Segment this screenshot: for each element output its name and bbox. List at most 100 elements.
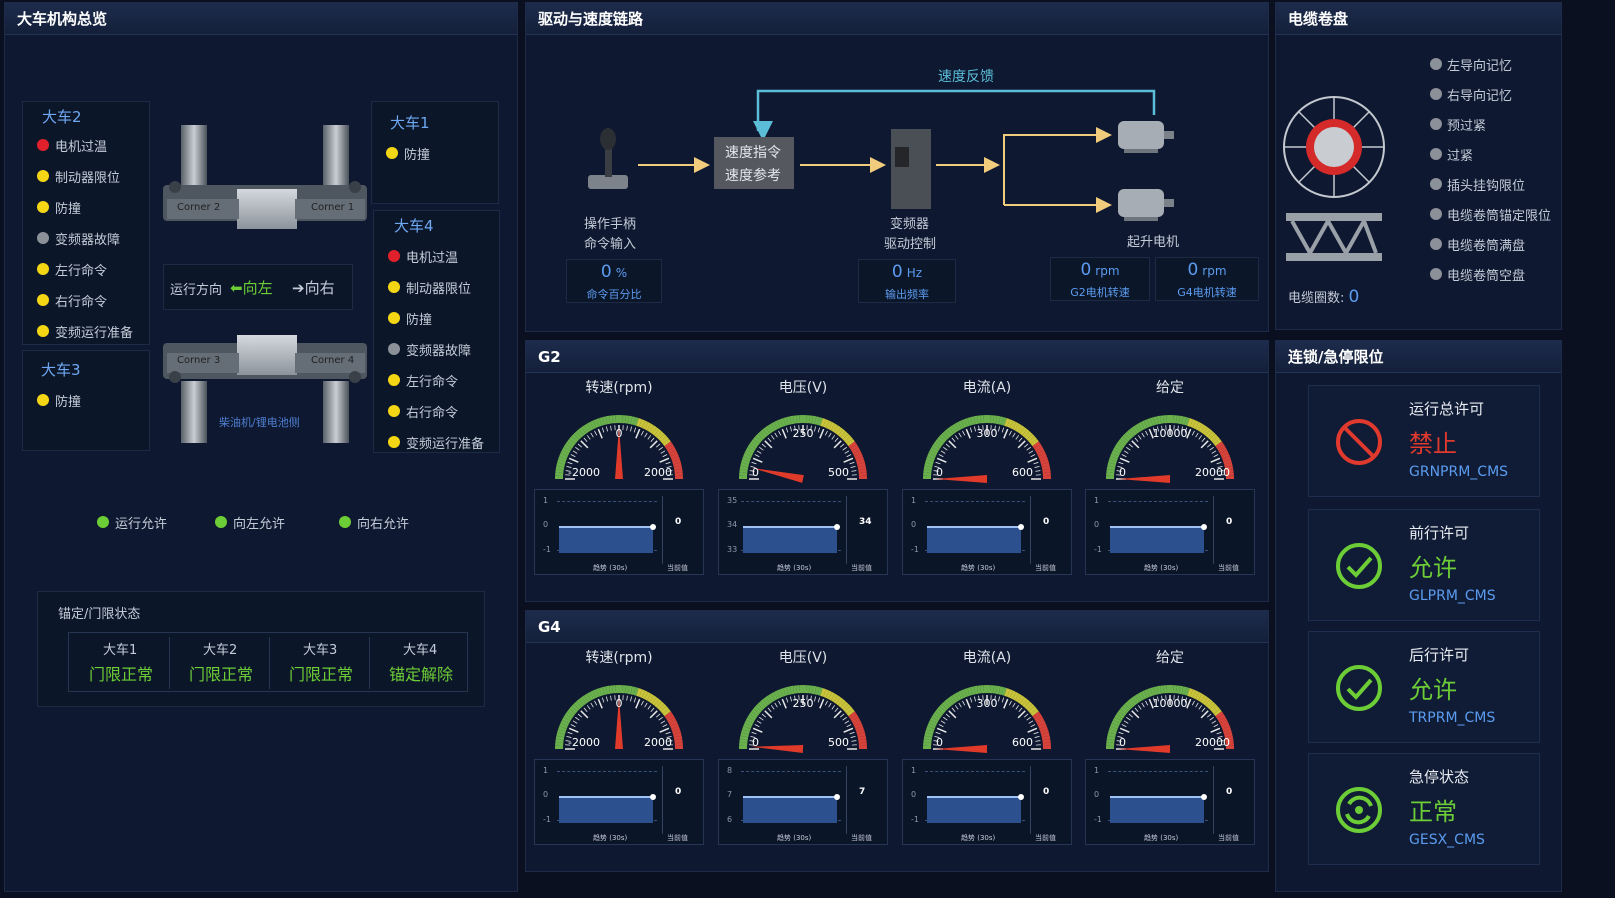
gauge-arc-segment: [602, 686, 608, 695]
gauge-arc-segment: [561, 717, 571, 724]
gauge-tick: [1121, 454, 1127, 458]
gauge-tick: [1126, 446, 1131, 451]
gauge-tick: [1123, 720, 1129, 724]
reel-status-label: 左导向记忆: [1447, 59, 1513, 74]
gauge-dial: [555, 685, 684, 750]
cable-turns: 电缆圈数: 0: [1288, 287, 1359, 307]
trend-divider: [1030, 496, 1031, 564]
gauge-tick: [572, 720, 578, 724]
trend-current-label: 当前值: [1035, 834, 1056, 842]
gauge-arc-segment: [557, 459, 566, 465]
gauge-arc-segment: [1140, 420, 1148, 430]
status-dot-gray: [1430, 208, 1442, 220]
gauge-max: 600: [1012, 466, 1033, 479]
gauge-max: 2000: [644, 466, 672, 479]
column-divider: [369, 637, 370, 689]
trend-line: [559, 525, 653, 528]
gauge-arc-segment: [935, 438, 944, 447]
gauge-arc-segment: [596, 418, 602, 427]
gauge-tick: [1034, 466, 1040, 468]
permit-dot-green: [97, 516, 109, 528]
gauge-arc-segment: [1150, 687, 1156, 696]
gauge-tick: [575, 446, 580, 451]
gauge-arc-segment: [1112, 717, 1122, 724]
interlock-status: 允许: [1409, 676, 1457, 704]
gauge-tick: [936, 727, 947, 733]
trend-grid: [741, 501, 841, 502]
trend-line: [743, 525, 837, 528]
gauge-arc-segment: [1192, 690, 1200, 700]
reel-status-label: 电缆卷筒锚定限位: [1447, 209, 1552, 224]
gauge-arc-segment: [1116, 711, 1125, 719]
gauge-arc-segment: [823, 419, 830, 428]
trend-bot: -1: [911, 545, 919, 554]
trend-mid: 0: [1094, 520, 1100, 529]
gauge-tick: [1030, 454, 1036, 458]
gauge-arc-segment: [825, 420, 833, 430]
gauge-arc-segment: [848, 711, 857, 719]
gauge-tick: [756, 450, 762, 454]
readout-value: 0%: [567, 262, 661, 282]
trend-mid: 0: [543, 790, 549, 799]
status-dot-gray: [1430, 268, 1442, 280]
gauge-max: 500: [828, 466, 849, 479]
trend-grid: [557, 771, 657, 772]
gauge-arc-segment: [639, 689, 646, 698]
gauge-arc-segment: [852, 719, 862, 727]
cable-turns-value: 0: [1348, 287, 1360, 307]
gauge-tick: [1033, 461, 1039, 465]
column-divider: [169, 637, 170, 689]
gauge-min: 0: [752, 466, 759, 479]
gauge-arc-segment: [605, 415, 611, 425]
gauge-arc-segment: [924, 732, 933, 738]
gauge-tick: [759, 716, 764, 721]
gauge-tick: [1207, 713, 1212, 718]
status-label: 电机过温: [406, 251, 459, 266]
gauge-arc-segment: [558, 726, 567, 732]
status-label: 防撞: [55, 395, 82, 410]
trend-line: [927, 525, 1021, 528]
gauge-tick: [1119, 457, 1130, 463]
trend-area: [927, 525, 1021, 553]
gauge-arc-segment: [1153, 416, 1159, 425]
trend-box: 1 0 -1 0 趋势 (30s) 当前值: [902, 759, 1072, 845]
interlock-title: 后行许可: [1409, 646, 1470, 664]
gauge-arc-segment: [1109, 726, 1118, 732]
gauge-arc-segment: [1110, 452, 1119, 459]
gauge-arc-segment: [1213, 708, 1222, 717]
gauge-mid: 0: [615, 427, 623, 440]
trend-current-label: 当前值: [667, 564, 688, 572]
lock-col-name: 大车2: [203, 643, 238, 658]
gauge-tick: [659, 457, 670, 463]
gauge-arc-segment: [1107, 732, 1116, 738]
gauge-arc-segment: [925, 459, 934, 465]
trend-current-value: 0: [1226, 517, 1233, 527]
gauge-tick: [943, 446, 948, 451]
lock-col-status: 门限正常: [189, 665, 254, 684]
gauge-tick: [938, 454, 944, 458]
g2-panel: G2 转速(rpm) -2000 0 2000 1 0 -1 0 趋势 (30s) 当前值 电压(V…: [525, 340, 1269, 602]
cable-reel-panel: 电缆卷盘 电缆圈数: 0 左导向记忆 右导向记忆 预过紧 过紧 插头挂钩限位 电缆卷筒锚定…: [1275, 2, 1562, 330]
gauge-arc-segment: [1041, 735, 1051, 741]
gauge-tick: [1128, 443, 1133, 448]
gauge-tick: [1119, 727, 1130, 733]
trend-grid: [1108, 501, 1208, 502]
panel-title: G2: [526, 341, 1268, 373]
status-dot-red: [388, 250, 400, 262]
gauge-tick: [759, 446, 764, 451]
speed-command-line2: 速度参考: [725, 168, 781, 184]
gauge-arc-segment: [964, 418, 970, 427]
trend-bot: -1: [911, 815, 919, 824]
gauge-arc-segment: [789, 685, 795, 695]
trend-current-label: 当前值: [851, 564, 872, 572]
gauge-arc-segment: [854, 722, 863, 729]
status-label: 左行命令: [55, 264, 108, 279]
readout-box: 0% 命令百分比: [566, 259, 662, 303]
trend-point: [650, 523, 656, 530]
interlock-code: TRPRM_CMS: [1409, 710, 1496, 726]
gauge-arc-segment: [1114, 714, 1124, 722]
gauge-arc-segment: [933, 711, 942, 719]
gauge-dial: [739, 415, 868, 483]
gauge-arc-segment: [857, 465, 867, 471]
crane1-title: 大车1: [390, 114, 430, 132]
